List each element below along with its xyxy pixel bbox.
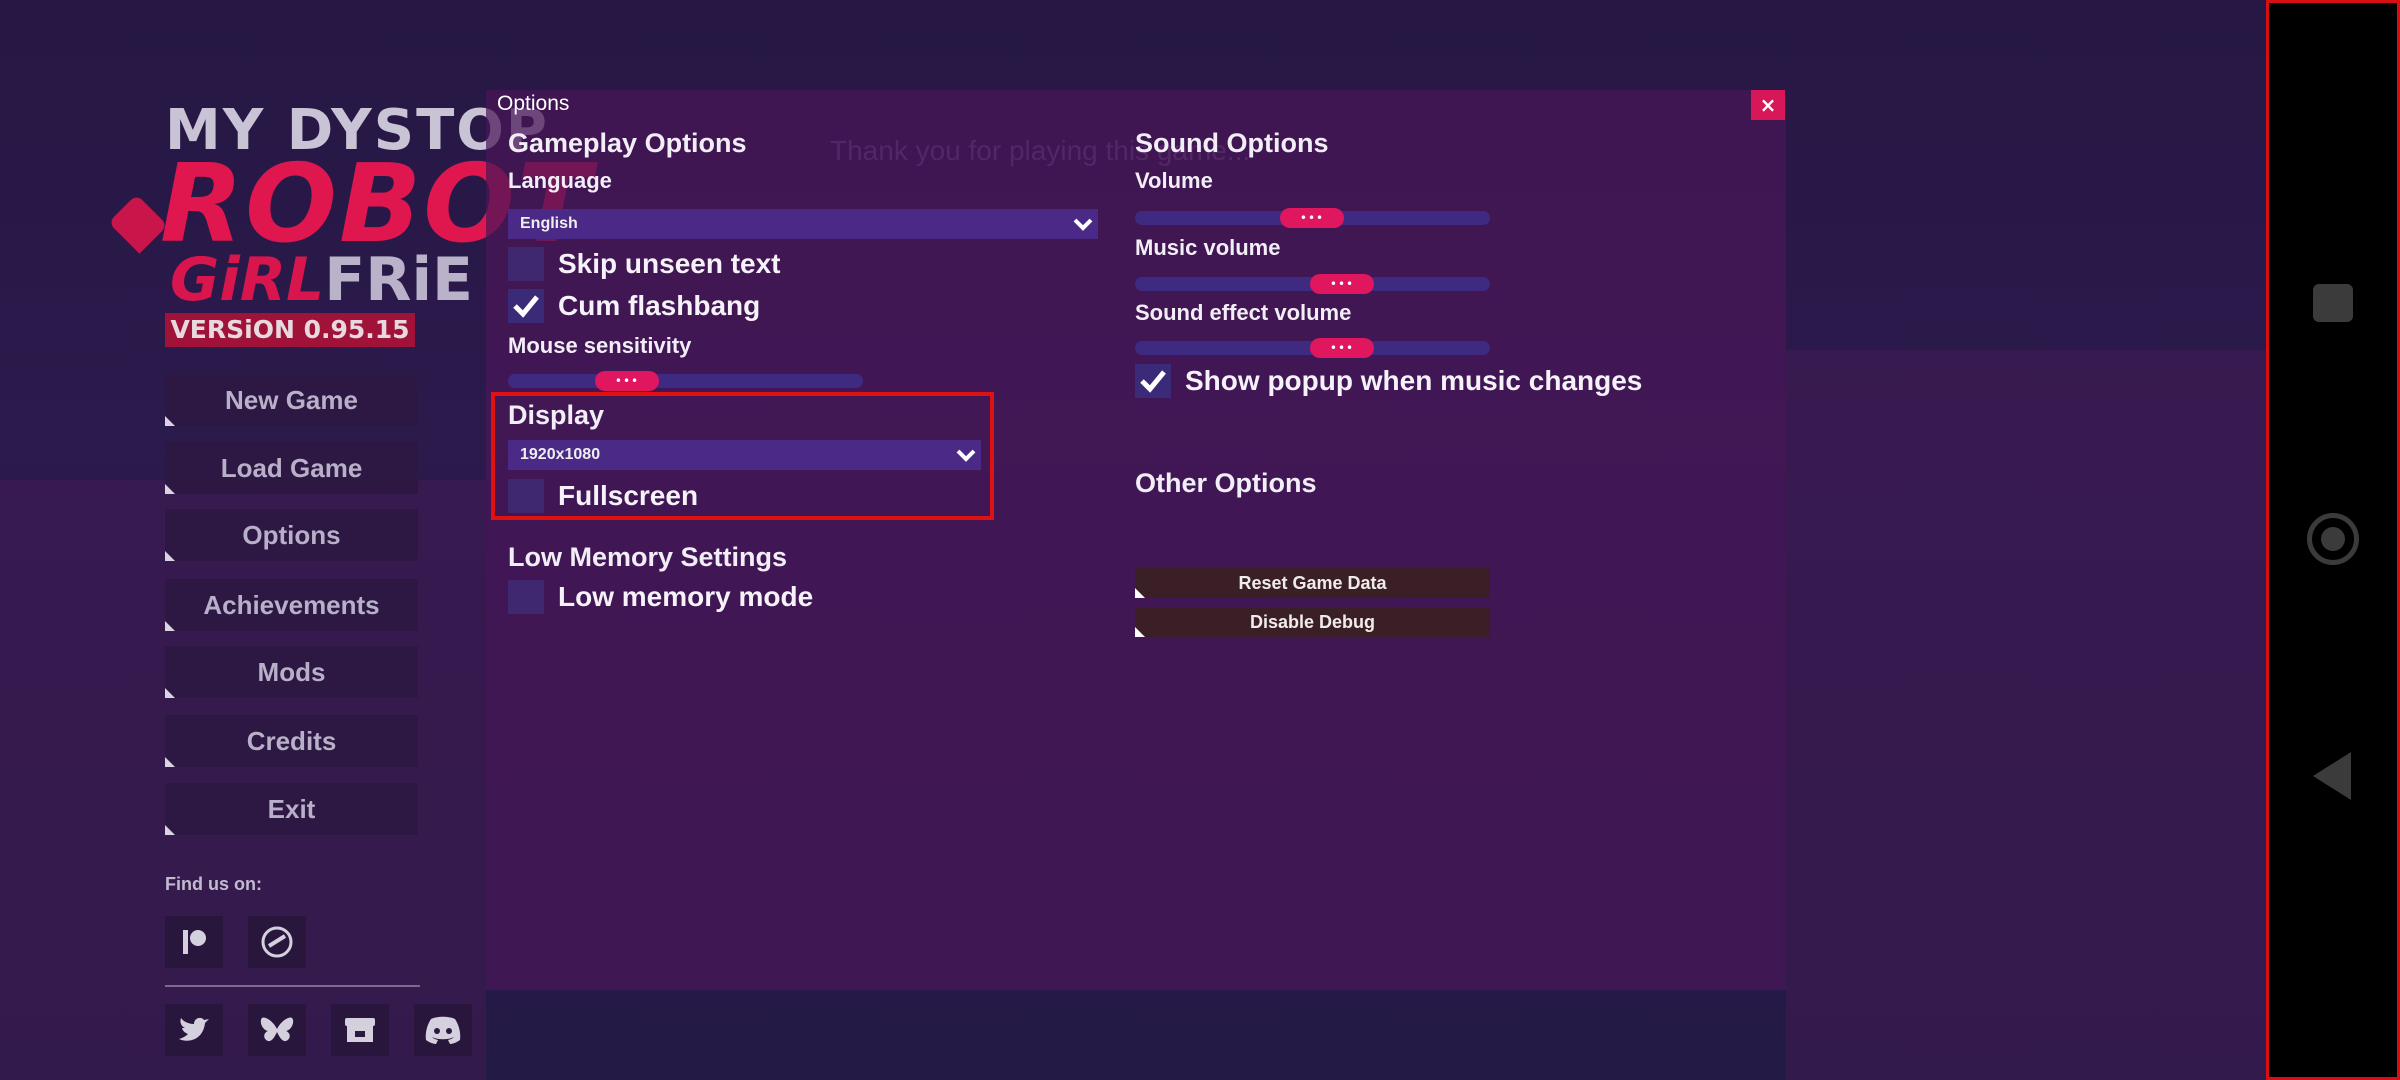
itchio-icon[interactable]: [331, 1004, 389, 1056]
social-divider: [165, 985, 420, 987]
language-label: Language: [508, 168, 612, 193]
cum-flashbang-checkbox[interactable]: [508, 289, 544, 323]
discord-icon[interactable]: [414, 1004, 472, 1056]
find-us-label: Find us on:: [165, 874, 262, 894]
logo-heart-icon: [108, 194, 168, 254]
cum-flashbang-label: Cum flashbang: [558, 290, 761, 321]
slider-thumb[interactable]: •••: [1310, 274, 1374, 294]
load-game-button[interactable]: Load Game: [165, 442, 418, 494]
logo-girl: GiRL: [170, 245, 325, 315]
twitter-icon[interactable]: [165, 1004, 223, 1056]
checkmark-icon: [1140, 370, 1166, 393]
skip-unseen-checkbox[interactable]: [508, 247, 544, 281]
sfx-volume-slider[interactable]: •••: [1135, 338, 1490, 358]
options-button[interactable]: Options: [165, 509, 418, 561]
skip-unseen-label: Skip unseen text: [558, 248, 781, 279]
language-dropdown[interactable]: English: [508, 209, 1098, 239]
music-volume-label: Music volume: [1135, 235, 1281, 260]
disable-debug-button[interactable]: Disable Debug: [1135, 607, 1490, 637]
patreon-icon[interactable]: [165, 916, 223, 968]
new-game-button[interactable]: New Game: [165, 374, 418, 426]
display-highlight-box: [491, 392, 994, 520]
sound-heading: Sound Options: [1135, 128, 1329, 158]
slider-thumb[interactable]: •••: [595, 371, 659, 391]
checkmark-icon: [513, 295, 539, 318]
low-memory-checkbox[interactable]: [508, 580, 544, 614]
background-city-right: [1786, 350, 2266, 1080]
achievements-button[interactable]: Achievements: [165, 579, 418, 631]
logo-line3: GiRLFRiE: [170, 245, 473, 315]
logo-friend: FRiE: [324, 245, 473, 315]
mods-button[interactable]: Mods: [165, 646, 418, 698]
volume-label: Volume: [1135, 168, 1213, 193]
recent-apps-icon[interactable]: [2313, 284, 2353, 322]
popup-music-label: Show popup when music changes: [1185, 365, 1643, 396]
other-options-heading: Other Options: [1135, 468, 1317, 498]
volume-slider[interactable]: •••: [1135, 208, 1490, 228]
background-city: [0, 480, 486, 1080]
community-icon[interactable]: [248, 916, 306, 968]
chevron-down-icon: [1073, 218, 1093, 231]
low-memory-label: Low memory mode: [558, 581, 814, 612]
mouse-sensitivity-slider[interactable]: •••: [508, 371, 863, 391]
dialog-title: Options: [497, 92, 570, 115]
slider-thumb[interactable]: •••: [1280, 208, 1344, 228]
slider-thumb[interactable]: •••: [1310, 338, 1374, 358]
language-value: English: [520, 215, 578, 232]
exit-button[interactable]: Exit: [165, 783, 418, 835]
close-button[interactable]: ×: [1751, 90, 1785, 120]
credits-button[interactable]: Credits: [165, 715, 418, 767]
popup-music-checkbox[interactable]: [1135, 364, 1171, 398]
home-icon[interactable]: [2307, 513, 2359, 565]
low-memory-heading: Low Memory Settings: [508, 542, 788, 572]
mouse-sensitivity-label: Mouse sensitivity: [508, 333, 692, 358]
gameplay-heading: Gameplay Options: [508, 128, 747, 158]
sfx-volume-label: Sound effect volume: [1135, 300, 1352, 325]
reset-game-data-button[interactable]: Reset Game Data: [1135, 568, 1490, 598]
back-icon[interactable]: [2313, 752, 2351, 800]
version-badge: VERSiON 0.95.15: [165, 313, 415, 347]
bluesky-icon[interactable]: [248, 1004, 306, 1056]
music-volume-slider[interactable]: •••: [1135, 274, 1490, 294]
